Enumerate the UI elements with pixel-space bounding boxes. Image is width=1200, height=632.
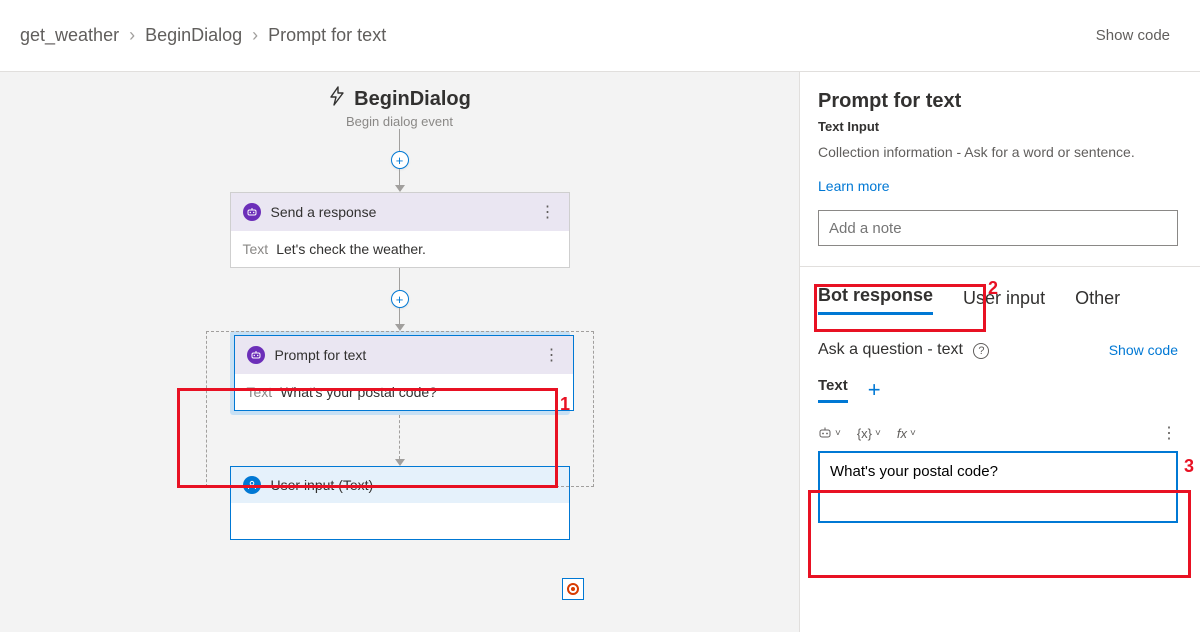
insert-function-button[interactable]: fx˅ xyxy=(897,426,916,441)
flow-canvas[interactable]: BeginDialog Begin dialog event + xyxy=(0,72,800,632)
node-menu-button[interactable]: ⋮ xyxy=(544,345,561,365)
top-bar: get_weather › BeginDialog › Prompt for t… xyxy=(0,0,1200,72)
node-title: User input (Text) xyxy=(271,477,374,493)
breadcrumb-root[interactable]: get_weather xyxy=(20,25,119,46)
help-icon[interactable]: ? xyxy=(973,343,989,359)
bot-response-input[interactable] xyxy=(818,451,1178,523)
editor-more-button[interactable]: ⋮ xyxy=(1161,423,1178,443)
dialog-title-text: BeginDialog xyxy=(354,88,471,111)
node-title: Prompt for text xyxy=(275,347,367,363)
panel-title: Prompt for text xyxy=(818,90,1178,113)
subtab-text[interactable]: Text xyxy=(818,377,848,403)
node-prompt-for-text[interactable]: Prompt for text ⋮ TextWhat's your postal… xyxy=(230,331,570,415)
show-code-link[interactable]: Show code xyxy=(1109,342,1178,358)
add-variation-button[interactable]: + xyxy=(868,379,881,401)
learn-more-link[interactable]: Learn more xyxy=(818,178,1178,194)
add-action-button[interactable]: + xyxy=(391,151,409,169)
dialog-subtitle: Begin dialog event xyxy=(328,114,471,129)
bot-icon xyxy=(247,346,265,364)
chevron-right-icon: › xyxy=(252,25,258,46)
callout-number-3: 3 xyxy=(1184,456,1194,477)
panel-subtitle: Text Input xyxy=(818,119,1178,134)
bolt-icon xyxy=(328,86,346,112)
panel-tabs: Bot response User input Other xyxy=(818,285,1178,315)
node-body: TextLet's check the weather. xyxy=(231,231,569,267)
tab-other[interactable]: Other xyxy=(1075,288,1120,315)
tab-user-input[interactable]: User input xyxy=(963,288,1045,315)
show-code-button[interactable]: Show code xyxy=(1096,27,1170,44)
dialog-header: BeginDialog Begin dialog event xyxy=(328,86,471,129)
node-body: TextWhat's your postal code? xyxy=(235,374,573,410)
bot-icon xyxy=(243,203,261,221)
section-label: Ask a question - text ? xyxy=(818,341,989,359)
tab-bot-response[interactable]: Bot response xyxy=(818,285,933,315)
breadcrumb-step[interactable]: Prompt for text xyxy=(268,25,386,46)
chevron-right-icon: › xyxy=(129,25,135,46)
insert-bot-response-button[interactable]: ˅ xyxy=(818,426,841,440)
breadcrumb-dialog[interactable]: BeginDialog xyxy=(145,25,242,46)
node-title: Send a response xyxy=(271,204,377,220)
insert-property-button[interactable]: {x}˅ xyxy=(857,426,881,441)
node-menu-button[interactable]: ⋮ xyxy=(540,202,557,222)
delete-node-button[interactable] xyxy=(562,578,584,600)
breadcrumb: get_weather › BeginDialog › Prompt for t… xyxy=(20,25,386,46)
property-panel: Prompt for text Text Input Collection in… xyxy=(800,72,1200,632)
user-icon xyxy=(243,476,261,494)
node-send-response[interactable]: Send a response ⋮ TextLet's check the we… xyxy=(230,192,570,268)
node-user-input[interactable]: User input (Text) xyxy=(230,466,570,540)
editor-toolbar: ˅ {x}˅ fx˅ ⋮ xyxy=(818,423,1178,443)
note-input[interactable] xyxy=(818,210,1178,246)
delete-icon xyxy=(567,583,579,595)
panel-description: Collection information - Ask for a word … xyxy=(818,144,1178,160)
add-action-button[interactable]: + xyxy=(391,290,409,308)
